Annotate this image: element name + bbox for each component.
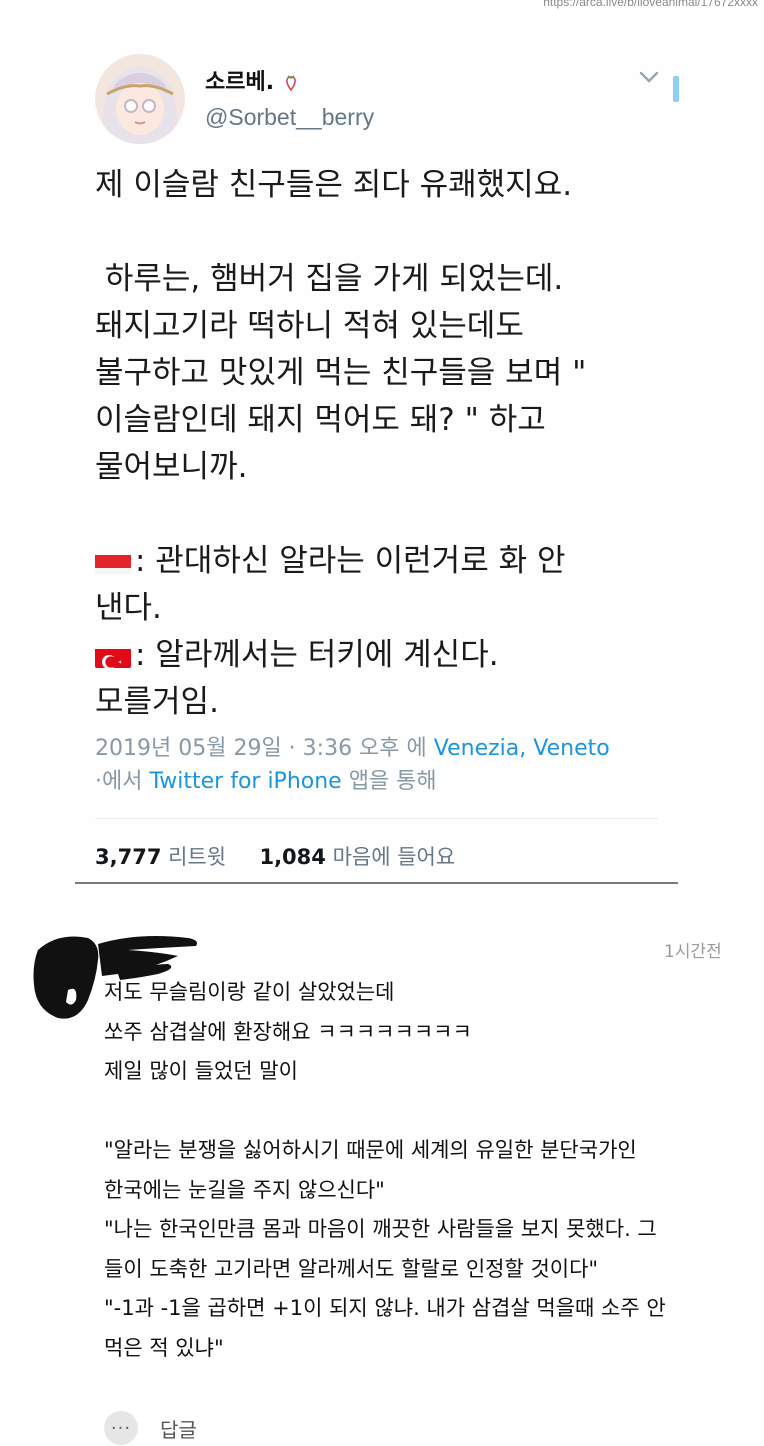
indonesia-flag-icon — [95, 548, 131, 574]
comment-line: 한국에는 눈길을 주지 않으신다" — [104, 1177, 385, 1202]
tweet-line: 모를거임. — [95, 684, 219, 720]
tweet-line: 돼지고기라 떡하니 적혀 있는데도 — [95, 308, 524, 344]
client-link[interactable]: Twitter for iPhone — [149, 769, 341, 794]
tweet-line: 물어보니까. — [95, 449, 248, 485]
handle[interactable]: @Sorbet__berry — [205, 104, 374, 131]
via-prefix: ·에서 — [95, 769, 150, 794]
tweet-flag-line: : 관대하신 알라는 이런거로 화 안 — [95, 538, 675, 585]
location-link[interactable]: Venezia, Veneto — [434, 736, 610, 761]
tweet-line — [95, 491, 675, 538]
comment-line: 들이 도축한 고기라면 알라께서도 할랄로 인정할 것이다" — [104, 1256, 599, 1281]
tweet-line: 이슬람인데 돼지 먹어도 돼? " 하고 — [95, 402, 546, 438]
turkey-flag-icon — [95, 642, 131, 668]
like-label[interactable]: 마음에 들어요 — [333, 845, 456, 869]
avatar[interactable] — [95, 54, 185, 144]
tweet-line — [95, 209, 675, 256]
tweet-flag-line: : 알라께서는 터키에 계신다. — [95, 632, 675, 679]
tweet-card: 소르베. @Sorbet__berry 제 이슬람 친구들은 죄다 유쾌했지요.… — [75, 44, 679, 884]
comment-line — [104, 1092, 744, 1132]
reply-button[interactable]: 답글 — [160, 1414, 197, 1443]
via-suffix: 앱을 통해 — [341, 769, 437, 794]
tweet-meta: 2019년 05월 29일 · 3:36 오후 에 Venezia, Venet… — [95, 732, 655, 798]
tweet-date: 2019년 05월 29일 · 3:36 오후 에 — [95, 736, 434, 761]
retweet-label[interactable]: 리트윗 — [168, 845, 226, 869]
tweet-line: 하루는, 햄버거 집을 가게 되었는데. — [95, 261, 564, 297]
divider — [95, 818, 658, 819]
tweet-stats: 3,777 리트윗 1,084 마음에 들어요 — [95, 841, 455, 871]
display-name[interactable]: 소르베. — [205, 64, 300, 96]
tweet-line: 불구하고 맛있게 먹는 친구들을 보며 " — [95, 355, 587, 391]
like-count[interactable]: 1,084 — [259, 845, 325, 869]
comment-line: 쏘주 삼겹살에 환장해요 ㅋㅋㅋㅋㅋㅋㅋㅋ — [104, 1019, 472, 1044]
tweet-line: : 관대하신 알라는 이런거로 화 안 — [135, 543, 566, 579]
comment-line: "나는 한국인만큼 몸과 마음이 깨끗한 사람들을 보지 못했다. 그 — [104, 1217, 657, 1241]
comment-line: 먹은 적 있냐" — [104, 1335, 224, 1360]
chevron-down-icon[interactable] — [638, 66, 660, 88]
scroll-indicator — [673, 76, 679, 102]
comment-timestamp: 1시간전 — [664, 942, 722, 962]
retweet-count[interactable]: 3,777 — [95, 845, 161, 869]
comment-line: "-1과 -1을 곱하면 +1이 되지 않냐. 내가 삼겹살 먹을때 소주 안 — [104, 1296, 666, 1320]
comment-line: "알라는 분쟁을 싫어하시기 때문에 세계의 유일한 분단국가인 — [104, 1138, 637, 1162]
strawberry-icon — [282, 72, 300, 92]
display-name-text: 소르베. — [205, 70, 275, 95]
tweet-line: 낸다. — [95, 590, 162, 626]
comment-line: 저도 무슬림이랑 같이 살았었는데 — [104, 980, 395, 1004]
comment-line: 제일 많이 들었던 말이 — [104, 1059, 298, 1083]
source-url: https://arca.live/b/iloveanimal/17672xxx… — [543, 0, 758, 9]
tweet-line: : 알라께서는 터키에 계신다. — [135, 637, 499, 673]
more-options-button[interactable]: ··· — [104, 1411, 138, 1445]
tweet-text: 제 이슬람 친구들은 죄다 유쾌했지요. 하루는, 햄버거 집을 가게 되었는데… — [95, 162, 675, 726]
tweet-line: 제 이슬람 친구들은 죄다 유쾌했지요. — [95, 167, 573, 203]
comment-actions: ··· 답글 — [104, 1410, 197, 1446]
comment-body: 저도 무슬림이랑 같이 살았었는데 쏘주 삼겹살에 환장해요 ㅋㅋㅋㅋㅋㅋㅋㅋ … — [104, 973, 744, 1368]
